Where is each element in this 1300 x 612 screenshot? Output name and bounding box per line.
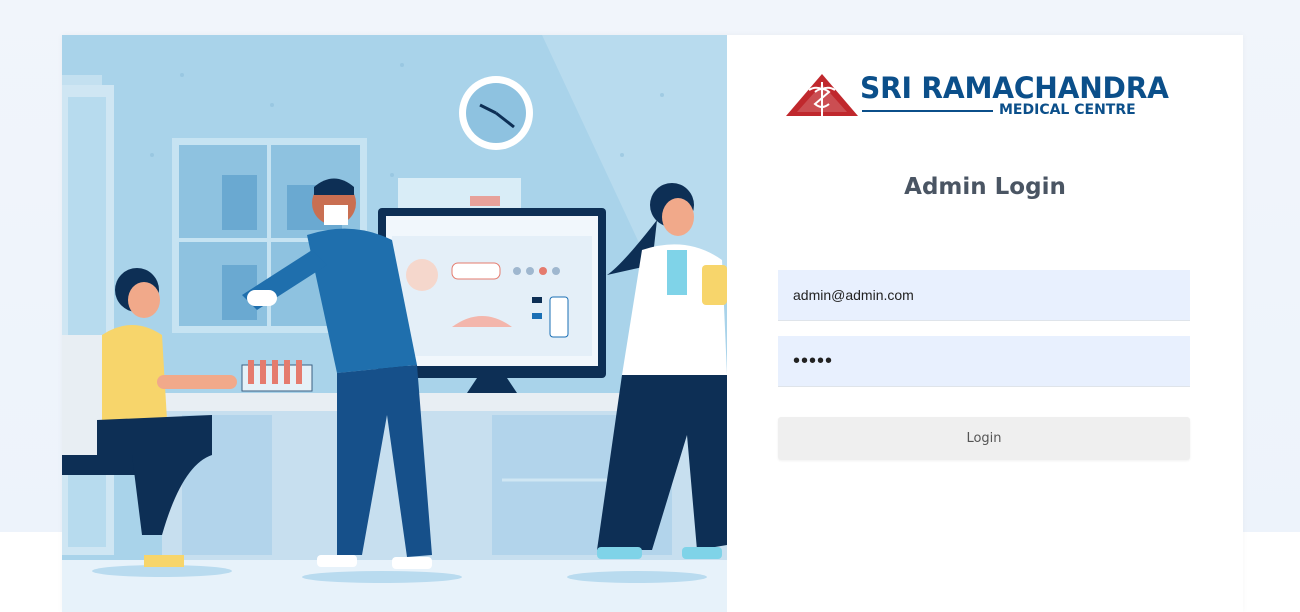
caduceus-emblem-icon (786, 74, 858, 116)
brand-logo: SRI RAMACHANDRA MEDICAL CENTRE (785, 71, 1169, 120)
login-button-label: Login (966, 431, 1002, 446)
login-panel: SRI RAMACHANDRA MEDICAL CENTRE Admin Log… (727, 35, 1243, 612)
password-value: ••••• (793, 349, 834, 372)
email-field[interactable]: admin@admin.com (778, 270, 1190, 321)
login-card: SRI RAMACHANDRA MEDICAL CENTRE Admin Log… (62, 35, 1243, 612)
login-button[interactable]: Login (778, 417, 1190, 460)
page-title: Admin Login (904, 174, 1066, 200)
clinic-illustration (62, 35, 727, 612)
email-value: admin@admin.com (793, 287, 914, 303)
brand-subtitle: MEDICAL CENTRE (999, 102, 1136, 118)
brand-divider (862, 110, 993, 112)
password-field[interactable]: ••••• (778, 336, 1190, 387)
brand-name: SRI RAMACHANDRA (860, 71, 1169, 105)
